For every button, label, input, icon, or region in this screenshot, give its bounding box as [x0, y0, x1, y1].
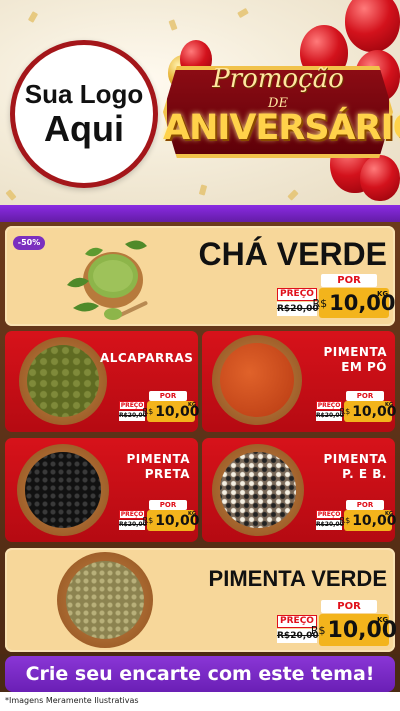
- product-name: CHÁ VERDE: [198, 236, 387, 272]
- unit-label: KG: [377, 616, 389, 624]
- product-name: PIMENTA VERDE: [208, 566, 387, 591]
- discount-badge: -50%: [13, 236, 45, 250]
- old-price: R$20,00: [316, 520, 344, 530]
- product-name: PIMENTA PRETA: [126, 452, 190, 481]
- old-price: R$20,00: [119, 411, 147, 421]
- product-card[interactable]: PIMENTA P. E B. POR PREÇO R$20,00 R$ 10,00…: [202, 438, 396, 542]
- product-image: [19, 337, 107, 425]
- header-banner: Sua Logo Aqui Promoção DE ANIVERSÁRIO: [0, 0, 400, 205]
- product-name: ALCAPARRAS: [100, 351, 194, 365]
- mixed-pepper-icon: [220, 452, 296, 528]
- por-label: POR: [149, 391, 187, 401]
- preco-label: PREÇO: [119, 510, 145, 519]
- create-flyer-button[interactable]: Crie seu encarte com este tema!: [5, 656, 395, 692]
- aniversario-text: ANIVERSÁRIO: [163, 108, 400, 148]
- price-tag: POR PREÇO R$20,00 R$ 10,00 KG: [316, 391, 396, 423]
- promo-title-sign: Promoção DE ANIVERSÁRIO: [163, 50, 400, 168]
- disclaimer-text: *Imagens Meramente Ilustrativas: [5, 696, 139, 705]
- product-image: [212, 444, 304, 536]
- logo-line-1: Sua Logo: [24, 79, 144, 109]
- balloon-icon: [345, 0, 400, 52]
- pepper-powder-icon: [220, 343, 294, 417]
- footer: *Imagens Meramente Ilustrativas: [0, 692, 400, 711]
- unit-label: KG: [385, 402, 393, 408]
- black-pepper-icon: [25, 452, 101, 528]
- green-pepper-icon: [65, 560, 145, 640]
- confetti: [287, 189, 299, 201]
- por-label: POR: [321, 600, 377, 613]
- unit-label: KG: [377, 290, 389, 298]
- product-card[interactable]: ALCAPARRAS POR PREÇO R$20,00 R$ 10,00 KG: [5, 331, 199, 432]
- confetti: [168, 19, 178, 31]
- green-tea-image: [67, 240, 148, 320]
- old-price: R$20,00: [277, 302, 319, 316]
- old-price: R$20,00: [119, 520, 147, 530]
- price-tag: POR PREÇO R$20,00 R$ 10,00 KG: [119, 391, 199, 423]
- confetti: [237, 7, 249, 19]
- confetti: [27, 11, 39, 23]
- confetti: [5, 189, 17, 201]
- featured-product-card[interactable]: -50% CHÁ VERDE POR PREÇO R$20,00 R$ 10,0…: [5, 226, 396, 326]
- preco-label: PREÇO: [316, 401, 342, 410]
- product-image: [212, 335, 302, 425]
- capers-icon: [26, 344, 100, 418]
- price-tag: POR PREÇO R$20,00 R$ 10,00 KG: [277, 600, 397, 648]
- confetti: [198, 184, 208, 196]
- price-tag: POR PREÇO R$20,00 R$ 10,00 KG: [316, 500, 396, 532]
- unit-label: KG: [188, 402, 196, 408]
- old-price: R$20,00: [316, 411, 344, 421]
- preco-label: PREÇO: [119, 401, 145, 410]
- product-name: PIMENTA P. E B.: [323, 452, 387, 481]
- por-label: POR: [346, 500, 384, 510]
- preco-label: PREÇO: [277, 288, 317, 301]
- product-card[interactable]: PIMENTA EM PÓ POR PREÇO R$20,00 R$ 10,00 K…: [202, 331, 396, 432]
- product-image: [17, 444, 109, 536]
- logo-placeholder: Sua Logo Aqui: [10, 40, 158, 188]
- preco-label: PREÇO: [316, 510, 342, 519]
- featured-product-card[interactable]: PIMENTA VERDE POR PREÇO R$20,00 R$ 10,00…: [5, 548, 397, 652]
- product-card[interactable]: PIMENTA PRETA POR PREÇO R$20,00 R$ 10,00 K…: [5, 438, 199, 542]
- promo-text: Promoção: [212, 64, 344, 94]
- unit-label: KG: [188, 511, 196, 517]
- price-tag: POR PREÇO R$20,00 R$ 10,00 KG: [277, 274, 396, 320]
- unit-label: KG: [385, 511, 393, 517]
- por-label: POR: [346, 391, 384, 401]
- product-image: [57, 552, 153, 648]
- price-tag: POR PREÇO R$20,00 R$ 10,00 KG: [119, 500, 199, 532]
- product-name: PIMENTA EM PÓ: [323, 345, 387, 374]
- logo-line-2: Aqui: [44, 108, 124, 149]
- por-label: POR: [321, 274, 377, 287]
- por-label: POR: [149, 500, 187, 510]
